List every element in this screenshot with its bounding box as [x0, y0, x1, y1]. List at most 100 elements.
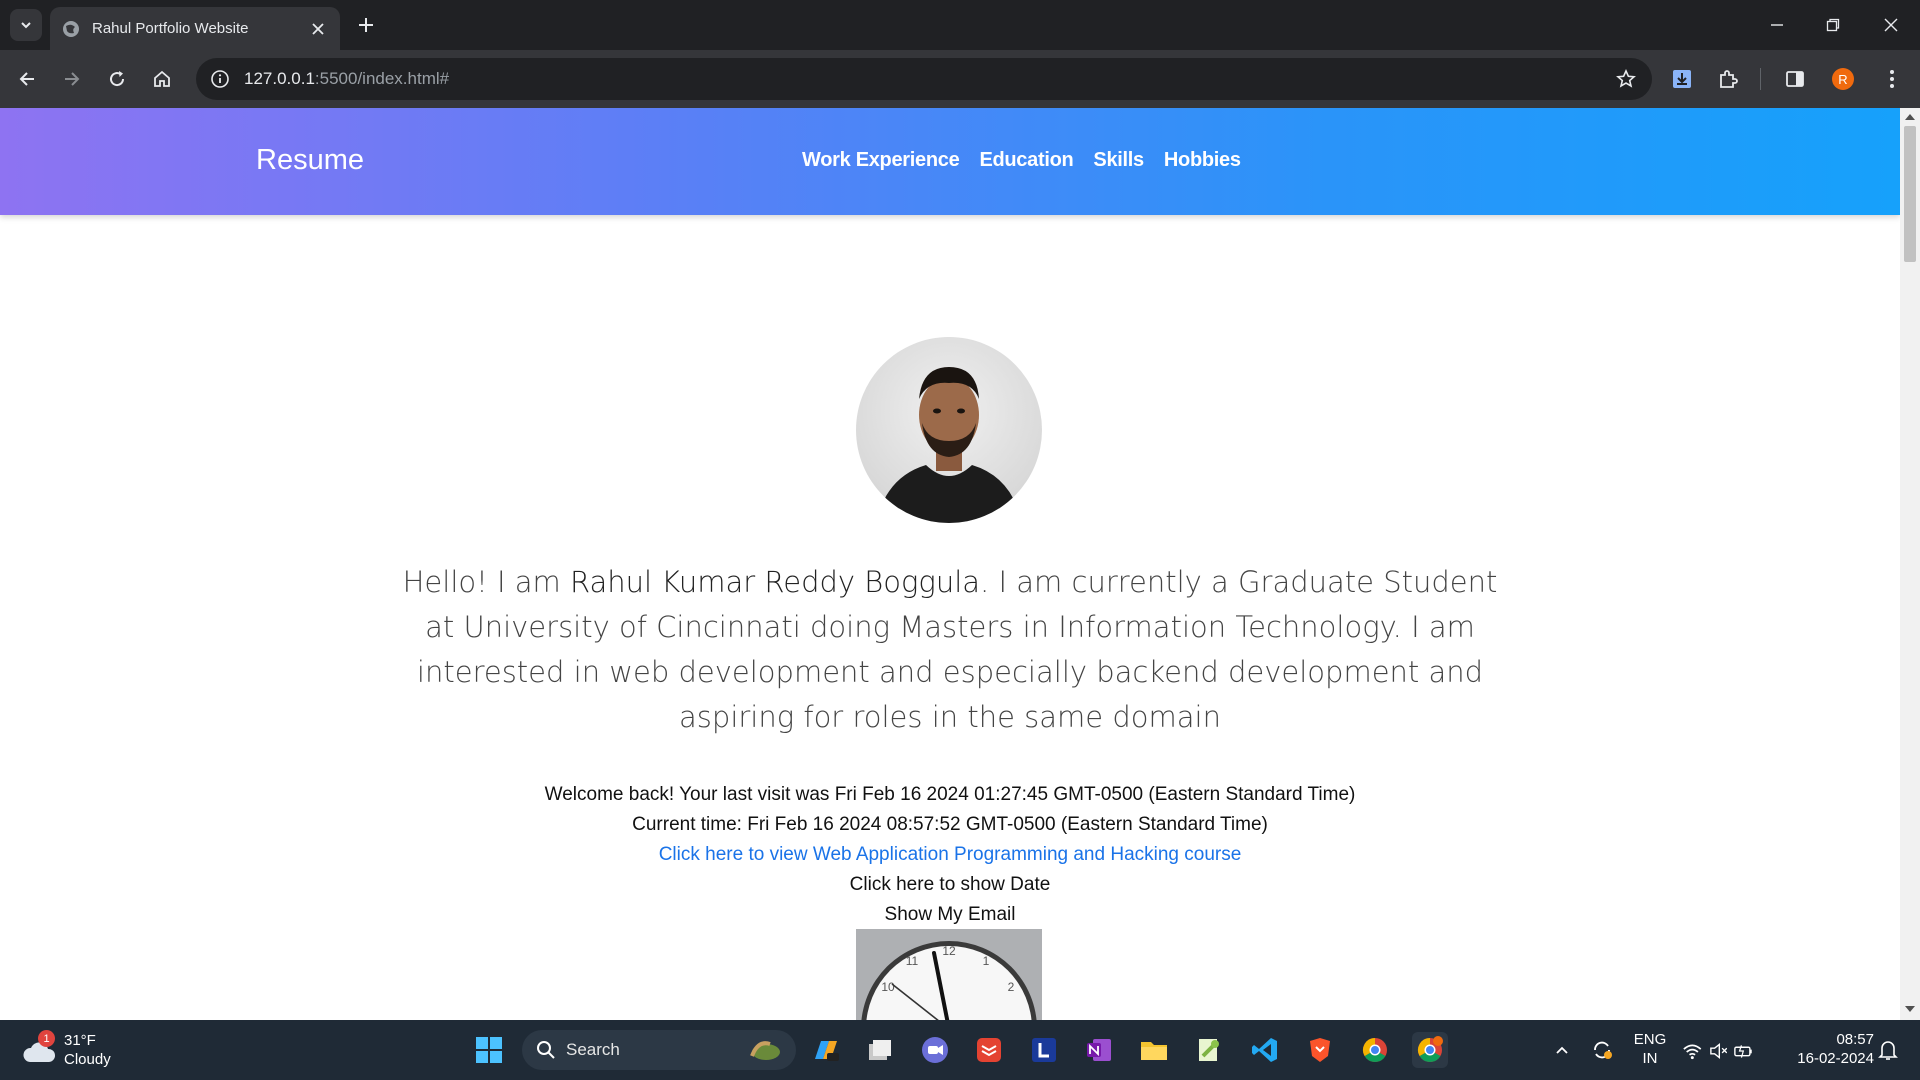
page-viewport: Resume Work Experience Education Skills … — [0, 108, 1900, 1020]
start-button[interactable] — [471, 1032, 507, 1068]
reload-button[interactable] — [101, 63, 133, 95]
taskbar-app-copilot[interactable] — [808, 1032, 844, 1068]
close-tab-button[interactable] — [304, 15, 332, 43]
nav-link-skills[interactable]: Skills — [1093, 149, 1144, 172]
video-chat-icon — [922, 1037, 948, 1063]
downloads-button[interactable] — [1666, 63, 1698, 95]
onenote-icon — [1087, 1039, 1111, 1061]
browser-tab[interactable]: Rahul Portfolio Website — [50, 7, 340, 50]
show-email-button[interactable]: Show My Email — [400, 900, 1500, 930]
course-link[interactable]: Click here to view Web Application Progr… — [400, 840, 1500, 870]
chevron-up-icon — [1556, 1046, 1568, 1054]
notifications-button[interactable] — [1870, 1032, 1906, 1068]
taskbar-app-chrome[interactable] — [1357, 1032, 1393, 1068]
profile-photo — [856, 337, 1042, 523]
taskbar-app-task-view[interactable] — [862, 1032, 898, 1068]
tab-title: Rahul Portfolio Website — [92, 20, 249, 37]
nav-link-work-experience[interactable]: Work Experience — [802, 149, 960, 172]
close-window-button[interactable] — [1862, 6, 1920, 44]
weather-widget[interactable]: 1 31°F Cloudy — [20, 1030, 150, 1072]
extensions-button[interactable] — [1712, 63, 1744, 95]
windows-taskbar: 1 31°F Cloudy Search ENG IN 08:57 16-02-… — [0, 1020, 1920, 1080]
windows-logo-icon — [476, 1037, 502, 1063]
nav-link-education[interactable]: Education — [979, 149, 1073, 172]
url-text: 127.0.0.1:5500/index.html# — [244, 69, 449, 89]
taskbar-app-chat[interactable] — [917, 1032, 953, 1068]
welcome-text: Welcome back! Your last visit was Fri Fe… — [544, 784, 1356, 805]
info-lines: Welcome back! Your last visit was Fri Fe… — [400, 780, 1500, 930]
nav-link-hobbies[interactable]: Hobbies — [1164, 149, 1241, 172]
language-code: ENG — [1633, 1031, 1667, 1048]
weather-badge: 1 — [38, 1030, 55, 1047]
taskbar-app-brave[interactable] — [1302, 1032, 1338, 1068]
clock-numeral-10: 10 — [881, 980, 895, 994]
volume-muted-icon — [1709, 1042, 1727, 1060]
chevron-down-icon — [21, 22, 31, 29]
tab-search-button[interactable] — [10, 9, 42, 41]
letter-l-app-icon — [1032, 1038, 1056, 1062]
arrow-right-icon — [65, 72, 80, 86]
clock-numeral-12: 12 — [942, 944, 956, 958]
taskbar-time: 08:57 — [1836, 1031, 1874, 1048]
kebab-menu-icon — [1890, 70, 1894, 88]
folder-icon — [1141, 1042, 1167, 1060]
taskbar-app-file-explorer[interactable] — [1136, 1032, 1172, 1068]
scroll-down-arrow-icon[interactable] — [1905, 1006, 1915, 1012]
url-path: :5500/index.html# — [314, 69, 450, 88]
menu-button[interactable] — [1876, 63, 1908, 95]
scroll-up-arrow-icon[interactable] — [1905, 114, 1915, 120]
new-tab-button[interactable] — [352, 11, 380, 39]
taskbar-app-vscode[interactable] — [1247, 1032, 1283, 1068]
scrollbar-thumb[interactable] — [1904, 126, 1916, 262]
current-time-text: Current time: Fri Feb 16 2024 08:57:52 G… — [632, 814, 1268, 835]
bookmark-star-icon[interactable] — [1614, 67, 1638, 91]
clock-date[interactable]: 08:57 16-02-2024 — [1782, 1030, 1874, 1068]
plus-icon — [359, 18, 373, 32]
show-date-button[interactable]: Click here to show Date — [400, 870, 1500, 900]
back-button[interactable] — [11, 63, 43, 95]
brave-icon — [1310, 1038, 1330, 1062]
taskbar-search[interactable]: Search — [522, 1030, 796, 1070]
restore-icon — [1826, 18, 1840, 32]
taskbar-app-chrome-profile[interactable] — [1412, 1032, 1448, 1068]
arrow-left-icon — [19, 72, 34, 86]
close-icon — [1884, 18, 1898, 32]
minimize-button[interactable] — [1748, 6, 1806, 44]
profile-button[interactable]: R — [1827, 63, 1859, 95]
bell-icon — [1878, 1041, 1898, 1060]
taskbar-app-l[interactable] — [1026, 1032, 1062, 1068]
taskbar-app-notepad-plus[interactable] — [1191, 1032, 1227, 1068]
restore-button[interactable] — [1804, 6, 1862, 44]
site-brand[interactable]: Resume — [256, 144, 364, 177]
clock-numeral-11: 11 — [906, 954, 919, 968]
intro-prefix: Hello! I am — [402, 565, 570, 599]
chrome-profile-icon — [1417, 1036, 1443, 1063]
url-host: 127.0.0.1 — [244, 69, 315, 88]
quick-settings[interactable] — [1682, 1038, 1754, 1064]
taskbar-app-todoist[interactable] — [971, 1032, 1007, 1068]
profile-avatar: R — [1832, 68, 1854, 90]
close-icon — [312, 22, 324, 35]
tray-sync-button[interactable] — [1584, 1032, 1620, 1068]
address-bar[interactable]: 127.0.0.1:5500/index.html# — [196, 58, 1652, 100]
taskbar-app-onenote[interactable] — [1081, 1032, 1117, 1068]
tray-overflow-button[interactable] — [1544, 1032, 1580, 1068]
search-label: Search — [566, 1040, 620, 1059]
home-button[interactable] — [146, 63, 178, 95]
forward-button[interactable] — [56, 63, 88, 95]
site-info-icon[interactable] — [208, 67, 232, 91]
nav-links: Work Experience Education Skills Hobbies — [802, 149, 1241, 172]
search-icon — [537, 1041, 555, 1059]
task-view-icon — [869, 1040, 891, 1060]
language-indicator[interactable]: ENG IN — [1628, 1030, 1672, 1068]
home-icon — [154, 70, 170, 87]
reload-icon — [110, 71, 125, 87]
language-region: IN — [1642, 1050, 1658, 1067]
globe-icon — [63, 20, 79, 37]
page-scrollbar[interactable] — [1900, 108, 1920, 1020]
intro-name: Rahul Kumar Reddy Boggula — [569, 565, 981, 599]
puzzle-icon — [1720, 70, 1738, 88]
analog-clock: 12 11 1 10 2 — [856, 929, 1042, 1020]
side-panel-button[interactable] — [1779, 63, 1811, 95]
download-icon — [1673, 70, 1691, 88]
